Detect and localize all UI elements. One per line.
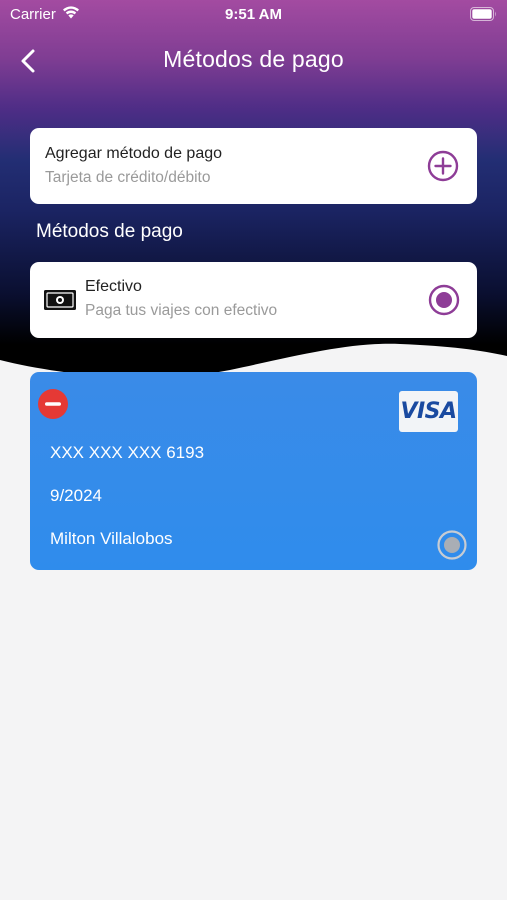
cash-title: Efectivo [85,278,142,295]
battery-icon [470,7,496,21]
navigation-bar: Métodos de pago [0,40,507,84]
radio-selected-icon[interactable] [428,284,460,316]
credit-card[interactable]: VISA XXX XXX XXX 6193 9/2024 Milton Vill… [30,372,477,570]
status-bar: Carrier 9:51 AM [0,0,507,30]
card-holder: Milton Villalobos [50,529,173,548]
radio-unselected-icon[interactable] [437,530,467,560]
cash-payment-option[interactable]: Efectivo Paga tus viajes con efectivo [30,262,477,338]
section-title: Métodos de pago [36,221,183,242]
remove-card-icon[interactable] [38,389,68,419]
card-expiry: 9/2024 [50,486,102,505]
clock: 9:51 AM [225,6,282,23]
page-title: Métodos de pago [163,46,344,72]
plus-circle-icon[interactable] [427,150,459,182]
add-method-title: Agregar método de pago [45,145,223,162]
add-method-subtitle: Tarjeta de crédito/débito [45,169,211,186]
card-number: XXX XXX XXX 6193 [50,443,205,462]
add-payment-method-button[interactable]: Agregar método de pago Tarjeta de crédit… [30,128,477,204]
cash-icon [44,290,76,310]
visa-logo: VISA [399,391,458,432]
cash-subtitle: Paga tus viajes con efectivo [85,302,278,319]
